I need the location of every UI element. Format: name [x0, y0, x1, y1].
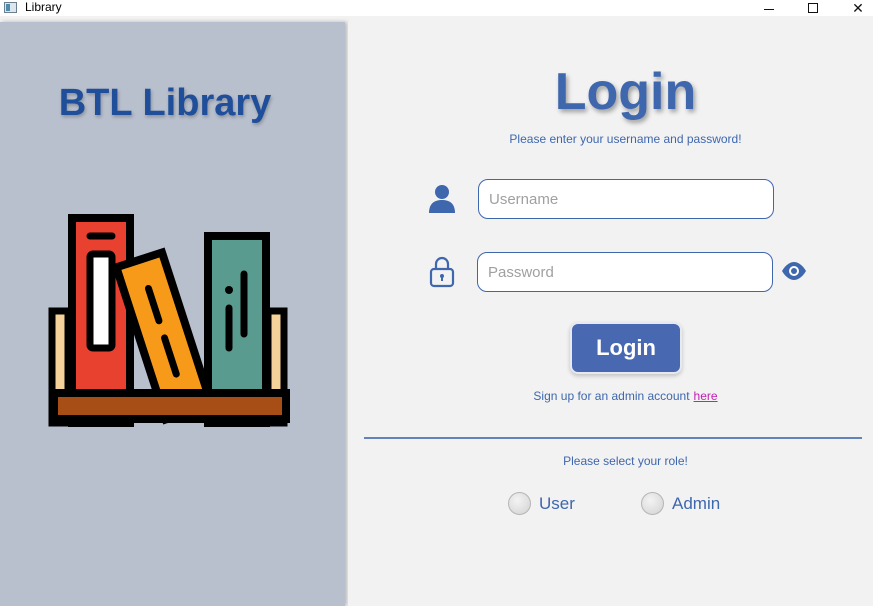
- username-input[interactable]: [478, 179, 774, 219]
- separator-line: [364, 437, 862, 439]
- radio-button-admin[interactable]: [641, 492, 664, 515]
- minimize-button[interactable]: [746, 0, 792, 16]
- signup-link[interactable]: here: [694, 389, 718, 403]
- title-bar: Library ✕: [0, 0, 873, 16]
- signup-label: Sign up for an admin account: [533, 389, 690, 403]
- lock-icon: [429, 256, 455, 288]
- books-on-shelf-icon: [48, 214, 290, 427]
- login-title: Login: [554, 63, 697, 121]
- maximize-button[interactable]: [790, 0, 836, 16]
- role-label-user: User: [539, 493, 575, 513]
- login-panel: Login Please enter your username and pas…: [348, 22, 873, 606]
- role-radio-admin[interactable]: Admin: [641, 492, 720, 515]
- login-button[interactable]: Login: [570, 322, 682, 374]
- app-icon: [4, 2, 17, 13]
- sidebar: BTL Library: [0, 22, 345, 606]
- show-password-eye-icon[interactable]: [781, 261, 807, 281]
- login-subtitle: Please enter your username and password!: [509, 132, 742, 146]
- user-icon: [429, 185, 455, 213]
- window-title: Library: [25, 0, 62, 14]
- role-radio-user[interactable]: User: [508, 492, 575, 515]
- maximize-icon: [808, 3, 818, 13]
- signup-text: Sign up for an admin account here: [348, 389, 873, 403]
- role-prompt: Please select your role!: [563, 454, 688, 468]
- role-label-admin: Admin: [672, 493, 721, 513]
- password-input[interactable]: [477, 252, 773, 292]
- minimize-icon: [764, 8, 774, 10]
- brand-title: BTL Library: [58, 82, 272, 124]
- radio-button-user[interactable]: [508, 492, 531, 515]
- close-button[interactable]: ✕: [835, 0, 873, 16]
- close-icon: ✕: [852, 0, 864, 16]
